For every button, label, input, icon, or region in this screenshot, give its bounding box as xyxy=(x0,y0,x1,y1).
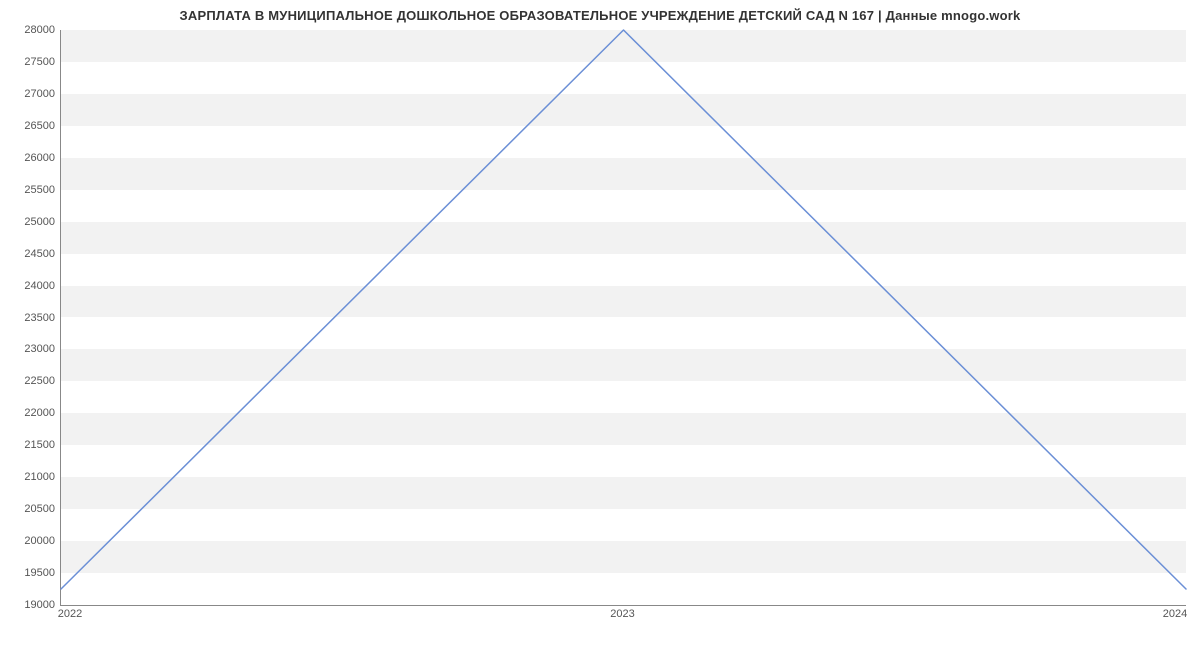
y-tick: 26000 xyxy=(5,152,55,164)
y-tick: 26500 xyxy=(5,120,55,132)
y-tick: 25000 xyxy=(5,216,55,228)
line-series xyxy=(61,30,1186,605)
salary-chart: ЗАРПЛАТА В МУНИЦИПАЛЬНОЕ ДОШКОЛЬНОЕ ОБРА… xyxy=(0,0,1200,650)
y-tick: 20000 xyxy=(5,535,55,547)
y-tick: 21000 xyxy=(5,471,55,483)
y-tick: 20500 xyxy=(5,503,55,515)
y-tick: 22000 xyxy=(5,407,55,419)
x-tick: 2022 xyxy=(58,608,82,620)
chart-title: ЗАРПЛАТА В МУНИЦИПАЛЬНОЕ ДОШКОЛЬНОЕ ОБРА… xyxy=(0,8,1200,23)
y-tick: 27000 xyxy=(5,88,55,100)
y-tick: 23000 xyxy=(5,343,55,355)
y-tick: 25500 xyxy=(5,184,55,196)
y-tick: 27500 xyxy=(5,56,55,68)
y-tick: 24000 xyxy=(5,280,55,292)
x-tick: 2023 xyxy=(610,608,634,620)
y-tick: 28000 xyxy=(5,24,55,36)
y-tick: 19000 xyxy=(5,599,55,611)
y-tick: 22500 xyxy=(5,375,55,387)
plot-area xyxy=(60,30,1186,606)
y-tick: 24500 xyxy=(5,248,55,260)
y-tick: 19500 xyxy=(5,567,55,579)
x-tick: 2024 xyxy=(1163,608,1187,620)
y-tick: 21500 xyxy=(5,439,55,451)
y-tick: 23500 xyxy=(5,312,55,324)
